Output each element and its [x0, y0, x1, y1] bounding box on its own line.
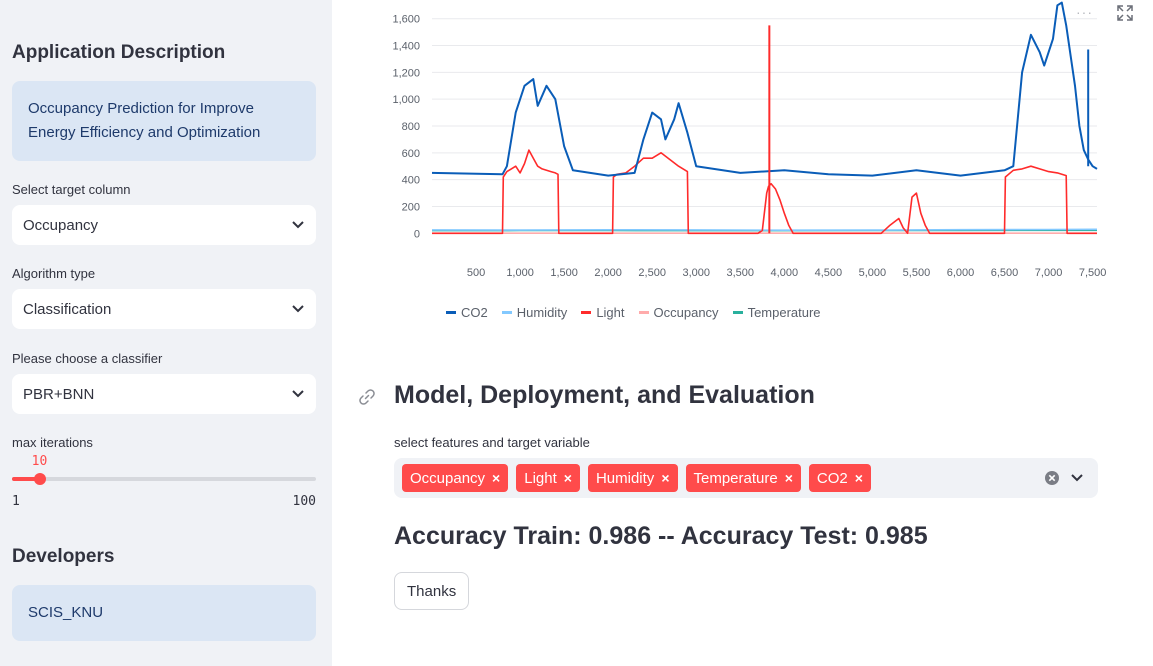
classifier-select[interactable]: PBR+BNN — [12, 374, 316, 414]
target-column-label: Select target column — [12, 182, 131, 197]
classifier-value: PBR+BNN — [23, 385, 95, 403]
algorithm-type-label: Algorithm type — [12, 266, 96, 281]
x-tick-label: 7,500 — [1079, 267, 1107, 279]
series-line-humidity — [431, 228, 1098, 231]
legend-swatch — [638, 311, 649, 314]
remove-tag-icon[interactable]: × — [661, 470, 669, 486]
tag-label: Humidity — [595, 469, 655, 487]
y-tick-label: 0 — [414, 228, 420, 240]
x-tick-label: 6,000 — [947, 267, 975, 279]
x-tick-label: 500 — [467, 267, 485, 279]
x-tick-label: 3,500 — [727, 267, 755, 279]
classifier-label: Please choose a classifier — [12, 351, 163, 366]
legend-swatch — [446, 311, 456, 314]
chevron-down-icon — [292, 305, 304, 313]
x-tick-label: 2,500 — [638, 267, 666, 279]
remove-tag-icon[interactable]: × — [855, 470, 863, 486]
legend-item-humidity[interactable]: Humidity — [501, 305, 568, 320]
tag-temperature[interactable]: Temperature × — [685, 464, 801, 492]
x-tick-label: 1,500 — [550, 267, 578, 279]
tag-humidity[interactable]: Humidity × — [587, 464, 678, 492]
section-title: Model, Deployment, and Evaluation — [394, 381, 815, 409]
app-description-heading: Application Description — [12, 42, 226, 63]
remove-tag-icon[interactable]: × — [492, 470, 500, 486]
legend-item-temperature[interactable]: Temperature — [732, 305, 821, 320]
sensor-line-chart: 0 200 400 600 800 1,000 1,200 1,400 1,600 500 1,00… — [392, 1, 1107, 279]
thanks-button[interactable]: Thanks — [394, 572, 470, 610]
legend-label: CO2 — [461, 305, 488, 320]
tag-label: Light — [524, 469, 557, 487]
x-tick-label: 3,000 — [682, 267, 710, 279]
y-tick-label: 1,200 — [392, 67, 420, 79]
chevron-down-icon — [292, 221, 304, 229]
y-tick-label: 1,600 — [392, 14, 420, 26]
x-tick-label: 7,000 — [1035, 267, 1063, 279]
slider-current-value: 10 — [31, 454, 48, 469]
legend-swatch — [581, 311, 592, 314]
x-tick-label: 1,000 — [506, 267, 534, 279]
series-line-light — [432, 149, 1097, 235]
remove-tag-icon[interactable]: × — [564, 470, 572, 486]
legend-label: Occupancy — [653, 305, 719, 320]
developers-box: SCIS_KNU — [12, 585, 316, 641]
chevron-down-icon[interactable] — [1070, 473, 1084, 483]
x-tick-label: 4,000 — [771, 267, 799, 279]
legend-label: Temperature — [747, 305, 821, 320]
y-tick-label: 200 — [402, 201, 420, 213]
sidebar: Application Description Occupancy Predic… — [0, 0, 332, 666]
clear-all-icon[interactable] — [1044, 470, 1060, 486]
legend-label: Light — [596, 305, 625, 320]
tag-light[interactable]: Light × — [516, 464, 580, 492]
y-tick-label: 1,000 — [392, 94, 420, 106]
x-tick-label: 5,000 — [859, 267, 887, 279]
tag-label: Temperature — [693, 469, 778, 487]
tag-label: CO2 — [816, 469, 848, 487]
link-anchor-icon[interactable] — [358, 388, 376, 406]
x-tick-label: 4,500 — [815, 267, 843, 279]
x-tick-label: 2,000 — [594, 267, 622, 279]
target-column-value: Occupancy — [23, 216, 99, 234]
legend-label: Humidity — [516, 305, 568, 320]
y-tick-label: 600 — [402, 148, 420, 160]
remove-tag-icon[interactable]: × — [785, 470, 793, 486]
x-tick-label: 5,500 — [903, 267, 931, 279]
legend-item-light[interactable]: Light — [581, 305, 625, 320]
features-multiselect[interactable]: Occupancy × Light × Humidity × Temperature × CO2… — [394, 458, 1098, 498]
slider-max-label: 100 — [292, 494, 316, 509]
algorithm-type-select[interactable]: Classification — [12, 289, 316, 329]
target-column-select[interactable]: Occupancy — [12, 205, 316, 245]
y-tick-label: 1,400 — [392, 41, 420, 53]
x-tick-label: 6,500 — [991, 267, 1019, 279]
y-tick-label: 800 — [402, 121, 420, 133]
legend-swatch — [501, 311, 512, 314]
tag-co2[interactable]: CO2 × — [808, 464, 871, 492]
slider-min-label: 1 — [12, 494, 20, 509]
app-description-box: Occupancy Prediction for Improve Energy … — [12, 81, 316, 161]
y-tick-label: 400 — [402, 175, 420, 187]
more-options-icon[interactable]: ··· — [1076, 4, 1093, 20]
series-line-co2 — [431, 1, 1098, 177]
developers-heading: Developers — [12, 546, 115, 567]
algorithm-type-value: Classification — [23, 300, 112, 318]
slider-thumb[interactable] — [33, 473, 46, 485]
tag-occupancy[interactable]: Occupancy × — [402, 464, 509, 492]
max-iterations-slider[interactable] — [12, 473, 316, 485]
tag-label: Occupancy — [410, 469, 486, 487]
accuracy-result: Accuracy Train: 0.986 -- Accuracy Test: … — [394, 522, 928, 550]
fullscreen-expand-icon[interactable] — [1117, 5, 1133, 21]
legend-item-co2[interactable]: CO2 — [446, 305, 488, 320]
max-iterations-label: max iterations — [12, 435, 93, 450]
legend-swatch — [732, 311, 743, 314]
features-multiselect-label: select features and target variable — [394, 435, 590, 450]
selected-tags: Occupancy × Light × Humidity × Temperature × CO2… — [402, 464, 879, 492]
legend-item-occupancy[interactable]: Occupancy — [638, 305, 719, 320]
chart-legend: CO2 Humidity Light Occupancy Temperature — [446, 305, 821, 320]
chevron-down-icon — [292, 390, 304, 398]
main-content: 0 200 400 600 800 1,000 1,200 1,400 1,600 500 1,00… — [332, 0, 1153, 666]
